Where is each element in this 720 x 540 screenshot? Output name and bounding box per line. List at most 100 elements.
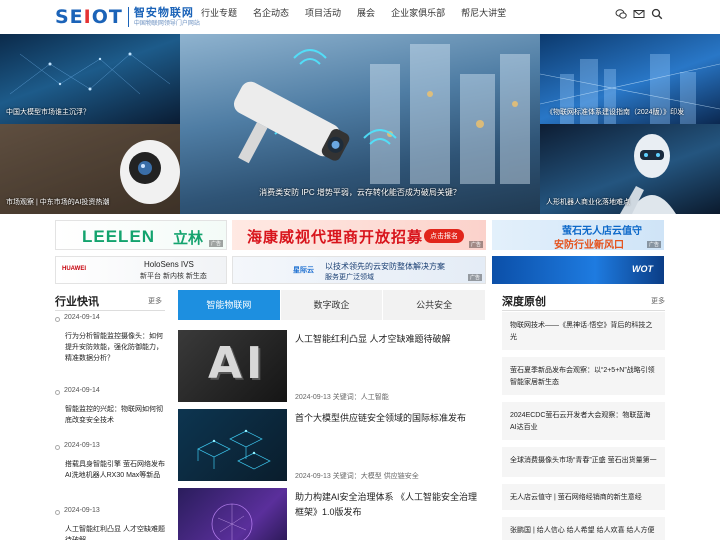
article-card[interactable]: 首个大模型供应链安全领域的国际标准发布 2024-09-13 关键词：大模型 供… bbox=[178, 409, 485, 481]
logo-name: 智安物联网 bbox=[133, 6, 194, 19]
ad-yunbei-line1: 以技术领先的云安防整体解决方案 bbox=[325, 262, 445, 271]
article-thumbnail: AI bbox=[178, 330, 287, 402]
logo-mark: SEIOT bbox=[55, 6, 123, 28]
list-item[interactable]: 2024-09-14 行为分析智能监控摄像头：如何提升安防效能，强化防御能力，精… bbox=[55, 312, 165, 385]
hero-tile-iot-standards[interactable]: 《物联网标准体系建设指南（2024版）》印发 bbox=[540, 34, 720, 124]
hero-caption: 中国大模型市场谁主沉浮？ bbox=[6, 109, 90, 116]
hero-tile-llm-market[interactable]: 中国大模型市场谁主沉浮？ bbox=[0, 34, 180, 124]
ad-tag: 广告 bbox=[646, 241, 661, 248]
list-item[interactable]: 2024ECDC萤石云开发者大会观察：物联蓝海 AI达百业 bbox=[502, 402, 665, 440]
news-date: 2024-09-13 bbox=[64, 507, 100, 514]
timeline-dot bbox=[55, 390, 60, 395]
hero-tile-humanoid-robot[interactable]: 人形机器人商业化落地难点 bbox=[540, 124, 720, 214]
hero-caption-main: 消费类安防 IPC 增势平弱，云存转化能否成为破局关键？ bbox=[259, 188, 461, 197]
ad-tag: 广告 bbox=[468, 241, 483, 248]
timeline-dot bbox=[55, 317, 60, 322]
tab-smart-iot[interactable]: 智能物联网 bbox=[178, 290, 280, 320]
industry-news-more-link[interactable]: 更多 bbox=[148, 296, 162, 306]
ad-hikvision[interactable]: 海康威视代理商开放招募 点击报名 广告 bbox=[232, 220, 486, 250]
list-item[interactable]: 2024-09-13 人工智能红利凸显 人才空缺难题待破解 bbox=[55, 505, 165, 540]
ad-hikvision-button[interactable]: 点击报名 bbox=[424, 229, 464, 243]
list-item[interactable]: 2024-09-13 搭载具身智能引擎 萤石网络发布AI洗地机器人RX30 Ma… bbox=[55, 440, 165, 505]
news-date: 2024-09-14 bbox=[64, 387, 100, 394]
header-icons bbox=[615, 8, 663, 20]
site-header: SEIOT 智安物联网 中国物联网领导门户网站 行业专题 名企动态 项目活动 展… bbox=[0, 0, 720, 33]
ad-leelen-cn: 立林 bbox=[173, 230, 204, 247]
list-item[interactable]: 张鹏国 | 给人信心 给人希望 给人欢喜 给人方便 bbox=[502, 517, 665, 540]
wechat-icon[interactable] bbox=[615, 8, 627, 20]
ad-wot-logo: WOT bbox=[632, 264, 653, 274]
ad-holosens-title: HoloSens IVS bbox=[144, 260, 194, 269]
article-card[interactable]: AI 人工智能红利凸显 人才空缺难题待破解 2024-09-13 关键词：人工智… bbox=[178, 330, 485, 402]
hero-caption: 市场观察 | 中东市场的AI投资热潮 bbox=[6, 199, 110, 206]
list-item[interactable]: 萤石夏季新品发布会观察：以“2+5+N”战略引领智能家居新生态 bbox=[502, 357, 665, 395]
ad-ezviz-line1: 萤石无人店云值守 bbox=[562, 226, 642, 237]
nav-exhibitions[interactable]: 展会 bbox=[349, 0, 383, 33]
article-title[interactable]: 助力构建AI安全治理体系 《人工智能安全治理框架》1.0版发布 bbox=[295, 490, 485, 520]
hero-tile-ipc-cloud-storage[interactable]: 消费类安防 IPC 增势平弱，云存转化能否成为破局关键？ bbox=[180, 34, 540, 214]
tab-public-safety[interactable]: 公共安全 bbox=[383, 290, 486, 320]
timeline-dot bbox=[55, 445, 60, 450]
hero-tile-middle-east-ai[interactable]: 市场观察 | 中东市场的AI投资热潮 bbox=[0, 124, 180, 214]
nav-lecture-hall[interactable]: 帮尼大讲堂 bbox=[453, 0, 514, 33]
ad-ezviz-line2: 安防行业新风口 bbox=[554, 240, 624, 250]
list-item[interactable]: 物联网技术——《黑神话·悟空》背后的科技之光 bbox=[502, 312, 665, 350]
timeline-dot bbox=[55, 510, 60, 515]
deep-original-more-link[interactable]: 更多 bbox=[651, 296, 665, 306]
ad-wot[interactable]: WOT bbox=[492, 256, 664, 284]
news-title: 人工智能红利凸显 人才空缺难题待破解 bbox=[65, 526, 165, 540]
logo-text: 智安物联网 中国物联网领导门户网站 bbox=[134, 7, 200, 28]
ai-brain-image bbox=[211, 503, 253, 540]
industry-news-divider bbox=[55, 310, 165, 311]
logo-subtitle: 中国物联网领导门户网站 bbox=[133, 20, 200, 27]
category-tabs: 智能物联网 数字政企 公共安全 bbox=[178, 290, 486, 320]
site-logo[interactable]: SEIOT 智安物联网 中国物联网领导门户网站 bbox=[55, 5, 200, 29]
news-date: 2024-09-13 bbox=[64, 442, 100, 449]
network-cubes-image bbox=[197, 429, 271, 470]
tab-digital-government[interactable]: 数字政企 bbox=[280, 290, 383, 320]
news-title: 行为分析智能监控摄像头：如何提升安防效能，强化防御能力，精准数据分析？ bbox=[65, 333, 163, 362]
main-nav: 行业专题 名企动态 项目活动 展会 企业家俱乐部 帮尼大讲堂 bbox=[193, 0, 514, 33]
ad-huawei-brand: HUAWEI bbox=[62, 266, 86, 272]
mail-icon[interactable] bbox=[633, 8, 645, 20]
ad-tag: 广告 bbox=[467, 274, 482, 281]
industry-news-title: 行业快讯 bbox=[55, 296, 99, 308]
ad-huawei-holosens[interactable]: HUAWEI HoloSens IVS 新平台 新内核 新生态 bbox=[55, 256, 227, 284]
hero-caption: 《物联网标准体系建设指南（2024版）》印发 bbox=[546, 109, 685, 116]
deep-original-list: 物联网技术——《黑神话·悟空》背后的科技之光 萤石夏季新品发布会观察：以“2+5… bbox=[502, 312, 665, 540]
ad-yunbei-brand: 星际云 bbox=[293, 267, 314, 274]
article-title[interactable]: 人工智能红利凸显 人才空缺难题待破解 bbox=[295, 332, 485, 347]
nav-company-news[interactable]: 名企动态 bbox=[245, 0, 297, 33]
article-title[interactable]: 首个大模型供应链安全领域的国际标准发布 bbox=[295, 411, 485, 426]
news-date: 2024-09-14 bbox=[64, 314, 100, 321]
news-title: 智能监控的兴起：物联网如何彻底改变安全技术 bbox=[65, 406, 163, 424]
ad-holosens-sub: 新平台 新内核 新生态 bbox=[140, 273, 207, 280]
ai-thumb-text: AI bbox=[208, 338, 267, 389]
list-item[interactable]: 无人店云值守 | 萤石网络经销商的新生意经 bbox=[502, 484, 665, 510]
hero-caption: 人形机器人商业化落地难点 bbox=[546, 199, 630, 206]
article-meta: 2024-09-13 关键词：人工智能 bbox=[295, 394, 389, 401]
ad-leelen-en: LEELEN bbox=[82, 227, 156, 246]
hero-banner: 中国大模型市场谁主沉浮？ 市场观察 | 中东市场的AI投资热潮 消费类安防 IP… bbox=[0, 34, 720, 214]
deep-original-title: 深度原创 bbox=[502, 296, 546, 308]
ad-yunbei-line2: 服务更广泛领域 bbox=[325, 274, 374, 281]
news-title: 搭载具身智能引擎 萤石网络发布AI洗地机器人RX30 Max等新品 bbox=[65, 461, 165, 479]
ad-ezviz[interactable]: 萤石无人店云值守 安防行业新风口 广告 bbox=[492, 220, 664, 250]
list-item[interactable]: 全球消费摄像头市场“青春”正盛 萤石出货量第一 bbox=[502, 447, 665, 477]
search-icon[interactable] bbox=[651, 8, 663, 20]
list-item[interactable]: 2024-09-14 智能监控的兴起：物联网如何彻底改变安全技术 bbox=[55, 385, 165, 440]
ad-leelen[interactable]: LEELEN 立林 广告 bbox=[55, 220, 227, 250]
article-meta: 2024-09-13 关键词：大模型 供应链安全 bbox=[295, 473, 419, 480]
ad-yunbei[interactable]: 星际云 以技术领先的云安防整体解决方案 服务更广泛领域 广告 bbox=[232, 256, 486, 284]
ad-tag: 广告 bbox=[208, 240, 223, 247]
nav-entrepreneur-club[interactable]: 企业家俱乐部 bbox=[383, 0, 453, 33]
industry-news-list: 2024-09-14 行为分析智能监控摄像头：如何提升安防效能，强化防御能力，精… bbox=[55, 312, 165, 540]
nav-industry-topics[interactable]: 行业专题 bbox=[193, 0, 245, 33]
deep-original-divider bbox=[502, 310, 665, 311]
article-thumbnail bbox=[178, 488, 287, 540]
article-thumbnail bbox=[178, 409, 287, 481]
ad-hikvision-text: 海康威视代理商开放招募 bbox=[247, 229, 424, 246]
logo-separator bbox=[127, 7, 129, 27]
article-card[interactable]: 助力构建AI安全治理体系 《人工智能安全治理框架》1.0版发布 bbox=[178, 488, 485, 540]
nav-events[interactable]: 项目活动 bbox=[297, 0, 349, 33]
